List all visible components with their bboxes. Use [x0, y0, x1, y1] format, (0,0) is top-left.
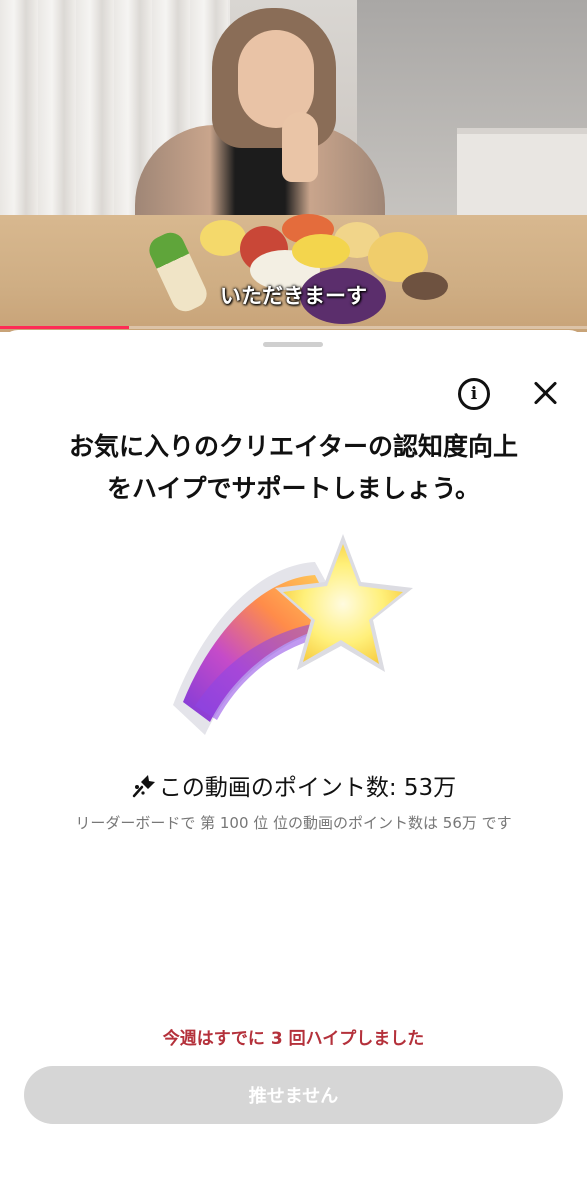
pin-icon [132, 775, 155, 798]
background-shelf [457, 128, 587, 218]
video-player[interactable]: いただきまーす [0, 0, 587, 332]
creator-hands [282, 112, 318, 182]
sheet-grab-handle[interactable] [263, 342, 323, 347]
headline-line-1: お気に入りのクリエイターの認知度向上 [68, 432, 518, 461]
video-subtitle: いただきまーす [220, 284, 367, 308]
hype-button[interactable]: 推せません [24, 1066, 563, 1124]
info-icon[interactable]: i [458, 378, 490, 410]
headline-line-2: をハイプでサポートしましょう。 [106, 474, 480, 503]
hype-points: この動画のポイント数: 53万 [0, 773, 587, 803]
shooting-star-icon [173, 534, 413, 735]
sheet-headline: お気に入りのクリエイターの認知度向上 をハイプでサポートしましょう。 [20, 426, 567, 510]
food-item [292, 234, 350, 268]
points-text: この動画のポイント数: 53万 [158, 775, 457, 801]
hyped-count-text: 今週はすでに 3 回ハイプしました [162, 1029, 425, 1049]
leaderboard-text: リーダーボードで 第 100 位 位の動画のポイント数は 56万 です [75, 814, 512, 832]
close-icon[interactable] [531, 378, 561, 408]
video-progress-fill [0, 326, 130, 329]
hype-sheet: i お気に入りのクリエイターの認知度向上 をハイプでサポートしましょう。 この動… [0, 330, 587, 1200]
video-progress-bar[interactable] [0, 326, 587, 329]
